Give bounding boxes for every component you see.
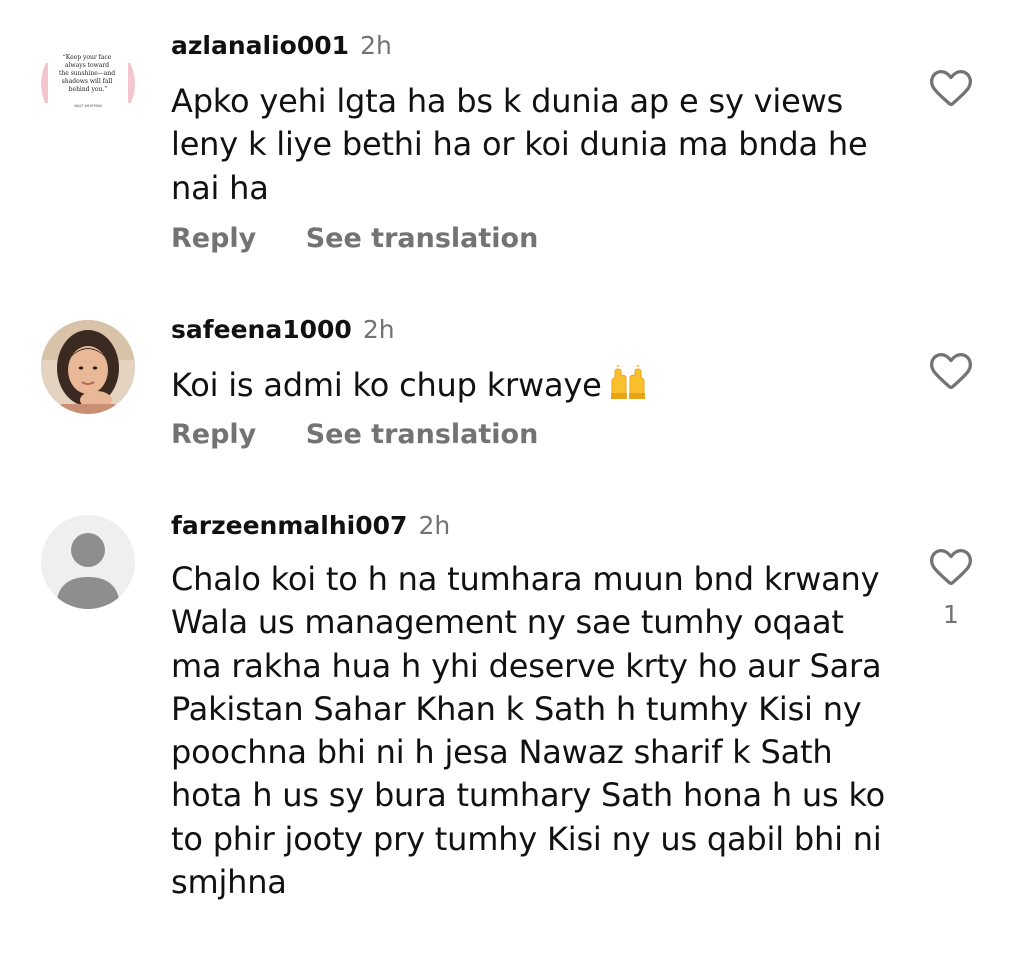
reply-button[interactable]: Reply — [171, 418, 256, 452]
comment-text: Apko yehi lgta ha bs k dunia ap e sy vie… — [171, 82, 868, 207]
avatar[interactable] — [41, 320, 135, 414]
comment-item: “Keep your face always toward the sunshi… — [0, 0, 1024, 290]
comment-actions: Reply See translation — [171, 418, 538, 452]
svg-text:WALT WHITMAN: WALT WHITMAN — [74, 104, 102, 108]
quote-image: “Keep your face always toward the sunshi… — [41, 37, 135, 131]
comment-item: farzeenmalhi007 2h Chalo koi to h na tum… — [0, 490, 1024, 967]
username[interactable]: safeena1000 — [171, 315, 352, 344]
heart-outline-icon[interactable] — [930, 352, 972, 390]
profile-photo — [41, 320, 135, 414]
username[interactable]: azlanalio001 — [171, 31, 349, 60]
reply-button[interactable]: Reply — [171, 222, 256, 256]
comment-text: Koi is admi ko chup krwaye — [171, 364, 891, 411]
comment-actions: Reply See translation — [171, 222, 538, 256]
comment-item: safeena1000 2h Koi is admi ko chup krway… — [0, 290, 1024, 490]
comment-text-content: Koi is admi ko chup krwaye — [171, 366, 602, 404]
heart-outline-icon[interactable] — [930, 69, 972, 107]
timestamp: 2h — [418, 511, 451, 540]
comment-header: farzeenmalhi007 2h — [171, 510, 450, 545]
avatar[interactable]: “Keep your face always toward the sunshi… — [41, 37, 135, 131]
raising-hands-icon — [608, 364, 648, 411]
comment-text: Chalo koi to h na tumhara muun bnd krwan… — [171, 560, 886, 902]
see-translation-button[interactable]: See translation — [306, 222, 539, 256]
person-silhouette-icon[interactable] — [41, 515, 135, 609]
like-count[interactable]: 1 — [930, 600, 972, 629]
comment-header: safeena1000 2h — [171, 314, 395, 349]
heart-outline-icon[interactable] — [930, 548, 972, 586]
timestamp: 2h — [362, 315, 395, 344]
comment-header: azlanalio001 2h — [171, 30, 392, 65]
timestamp: 2h — [360, 31, 392, 60]
see-translation-button[interactable]: See translation — [306, 418, 539, 452]
username[interactable]: farzeenmalhi007 — [171, 511, 407, 540]
